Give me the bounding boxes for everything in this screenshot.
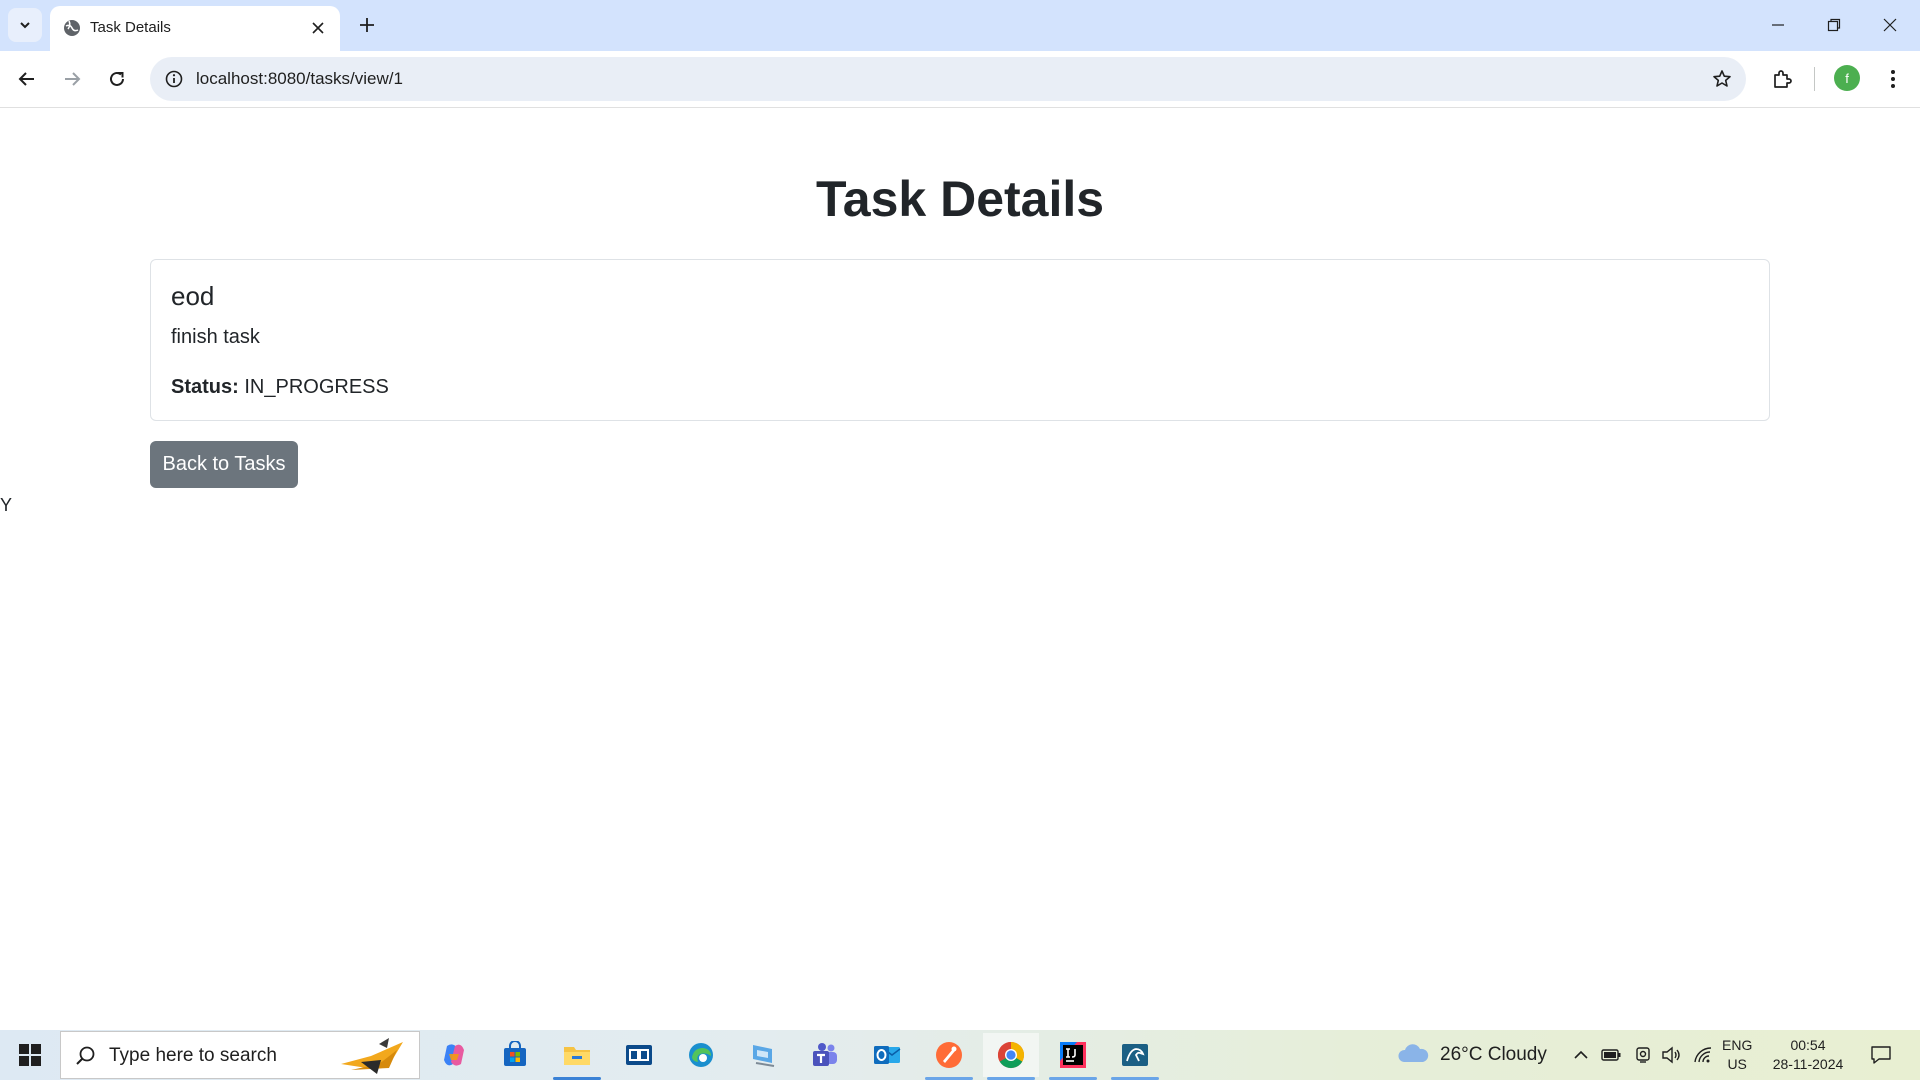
bookmark-star-icon[interactable] <box>1710 67 1734 91</box>
browser-menu-button[interactable] <box>1878 61 1908 97</box>
weather-text[interactable]: 26°C Cloudy <box>1440 1044 1547 1066</box>
chevron-down-icon <box>20 22 30 29</box>
outlook-app[interactable] <box>859 1033 915 1077</box>
globe-icon <box>64 20 80 36</box>
microsoft-store-icon <box>504 1041 526 1066</box>
close-icon <box>312 22 324 34</box>
tab-search-button[interactable] <box>8 8 42 42</box>
close-tab-button[interactable] <box>306 16 330 40</box>
reload-icon <box>110 71 124 86</box>
page-title: Task Details <box>815 171 1105 227</box>
remote-desktop-icon <box>753 1045 775 1067</box>
task-status: Status: IN_PROGRESS <box>171 374 389 400</box>
browser-toolbar: localhost:8080/tasks/view/1 f <box>0 51 1920 108</box>
extensions-button[interactable] <box>1764 61 1800 97</box>
task-description: finish task <box>171 326 260 348</box>
reload-button[interactable] <box>99 61 135 97</box>
profile-avatar[interactable]: f <box>1834 65 1860 91</box>
copilot-icon <box>444 1044 464 1066</box>
meet-now-icon[interactable] <box>1632 1044 1654 1066</box>
language-code: ENG <box>1722 1037 1753 1053</box>
teams-icon <box>813 1043 837 1066</box>
mysql-workbench-icon <box>1122 1044 1148 1066</box>
restore-button[interactable] <box>1806 0 1862 50</box>
language-region: US <box>1727 1056 1747 1072</box>
file-explorer-app[interactable] <box>549 1033 605 1080</box>
chevron-up-icon <box>1574 1050 1588 1059</box>
postman-icon <box>936 1042 962 1068</box>
plus-icon <box>360 18 374 32</box>
clock-date: 28-11-2024 <box>1772 1056 1844 1072</box>
cloud-icon <box>1398 1044 1429 1062</box>
edge-icon <box>689 1043 713 1067</box>
url-text[interactable]: localhost:8080/tasks/view/1 <box>196 69 403 89</box>
close-icon <box>1883 18 1897 32</box>
dell-icon <box>626 1045 652 1065</box>
file-explorer-icon <box>564 1047 590 1065</box>
chrome-icon <box>997 1041 1025 1069</box>
more-vertical-icon <box>1891 70 1895 88</box>
clock-time: 00:54 <box>1790 1037 1826 1053</box>
tab-title: Task Details <box>90 19 171 36</box>
battery-icon[interactable] <box>1600 1044 1622 1066</box>
address-bar[interactable]: localhost:8080/tasks/view/1 <box>150 57 1746 101</box>
search-highlight-illustration-icon <box>341 1038 403 1074</box>
microsoft-store-app[interactable] <box>487 1033 543 1077</box>
remote-desktop-app[interactable] <box>735 1033 791 1077</box>
puzzle-icon <box>1774 70 1792 88</box>
close-window-button[interactable] <box>1862 0 1918 50</box>
site-info-icon[interactable] <box>162 67 186 91</box>
back-to-tasks-button[interactable]: Back to Tasks <box>150 441 298 488</box>
wifi-icon[interactable] <box>1692 1044 1714 1066</box>
new-tab-button[interactable] <box>352 10 382 40</box>
minimize-button[interactable] <box>1750 0 1806 50</box>
teams-app[interactable] <box>797 1033 853 1077</box>
start-button[interactable] <box>0 1030 60 1080</box>
search-placeholder: Type here to search <box>109 1045 277 1066</box>
task-card: eod finish task Status: IN_PROGRESS <box>150 259 1770 421</box>
task-title: eod <box>171 281 215 311</box>
intellij-app[interactable] <box>1045 1033 1101 1080</box>
outlook-icon <box>874 1046 901 1064</box>
volume-icon[interactable] <box>1660 1044 1682 1066</box>
forward-button[interactable] <box>54 61 90 97</box>
toolbar-divider <box>1814 67 1815 91</box>
windows-logo-icon <box>19 1044 41 1066</box>
clock[interactable]: 00:54 28-11-2024 <box>1768 1036 1848 1074</box>
search-icon <box>76 1046 95 1065</box>
postman-app[interactable] <box>921 1033 977 1080</box>
taskbar-search-box[interactable]: Type here to search <box>60 1031 420 1079</box>
status-label: Status: <box>171 376 239 398</box>
back-button[interactable] <box>9 61 45 97</box>
notification-center-button[interactable] <box>1866 1040 1896 1070</box>
browser-tab[interactable]: Task Details <box>50 6 340 51</box>
restore-icon <box>1827 18 1841 32</box>
intellij-icon <box>1060 1042 1086 1068</box>
mysql-workbench-app[interactable] <box>1107 1033 1163 1080</box>
browser-tab-strip: Task Details <box>0 0 1920 51</box>
stray-text: Y <box>0 495 13 515</box>
minimize-icon <box>1772 24 1784 26</box>
chrome-app[interactable] <box>983 1033 1039 1080</box>
dell-app[interactable] <box>611 1033 667 1077</box>
arrow-left-icon <box>18 72 34 86</box>
edge-app[interactable] <box>673 1033 729 1077</box>
windows-taskbar: Type here to search 26°C Cloudy ENG US 0… <box>0 1030 1920 1080</box>
copilot-app[interactable] <box>426 1033 482 1077</box>
language-indicator[interactable]: ENG US <box>1722 1036 1752 1074</box>
notification-icon <box>1871 1046 1891 1064</box>
arrow-right-icon <box>65 72 81 86</box>
status-value: IN_PROGRESS <box>244 376 389 398</box>
show-hidden-icons-button[interactable] <box>1570 1044 1592 1066</box>
